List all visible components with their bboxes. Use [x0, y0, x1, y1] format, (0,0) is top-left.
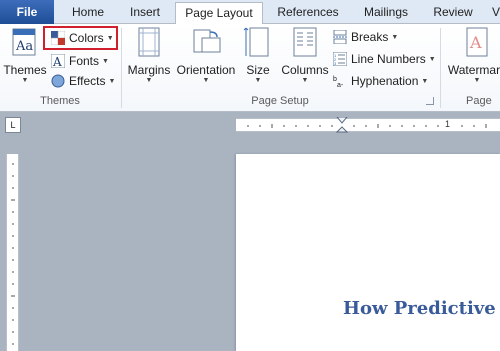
group-separator [440, 28, 441, 108]
vertical-ruler[interactable] [6, 154, 19, 351]
colors-label: Colors [69, 31, 104, 45]
document-heading[interactable]: How Predictive A [343, 298, 500, 319]
effects-icon [51, 74, 65, 88]
themes-button[interactable]: Aa Themes ▼ [3, 26, 47, 85]
tab-review[interactable]: Review [425, 2, 481, 24]
breaks-icon [333, 29, 347, 45]
size-button[interactable]: Size ▼ [242, 26, 274, 85]
columns-icon [289, 26, 321, 58]
svg-text:A: A [469, 33, 482, 52]
breaks-button[interactable]: Breaks ▼ [333, 27, 398, 47]
page-background-group-label: Page [466, 95, 492, 107]
margins-button[interactable]: Margins ▼ [126, 26, 172, 85]
hyphenation-icon: b a- [333, 74, 347, 89]
chevron-down-icon: ▼ [108, 77, 116, 85]
theme-colors-button[interactable]: Colors ▼ [43, 26, 118, 50]
chevron-down-icon: ▼ [473, 77, 481, 84]
chevron-down-icon: ▼ [145, 77, 153, 84]
chevron-down-icon: ▼ [391, 33, 399, 41]
chevron-down-icon: ▼ [421, 77, 429, 85]
chevron-down-icon: ▼ [102, 57, 109, 65]
margins-label: Margins [127, 63, 171, 77]
chevron-down-icon: ▼ [254, 77, 262, 84]
orientation-icon [190, 26, 222, 58]
page-setup-group-label: Page Setup [251, 95, 309, 107]
themes-label: Themes [3, 63, 47, 77]
tab-view-partial[interactable]: V [486, 2, 500, 24]
chevron-down-icon: ▼ [202, 77, 210, 84]
breaks-label: Breaks [351, 30, 389, 44]
tab-insert[interactable]: Insert [120, 2, 170, 24]
page-size-icon [242, 26, 274, 58]
tab-file[interactable]: File [0, 0, 54, 24]
line-numbers-icon: 1 2 3 [332, 51, 348, 67]
theme-effects-button[interactable]: Effects ▼ [51, 71, 115, 91]
line-numbers-label: Line Numbers [351, 52, 426, 66]
orientation-label: Orientation [176, 63, 236, 77]
chevron-down-icon: ▼ [21, 77, 29, 84]
horizontal-ruler[interactable]: 1 [236, 116, 500, 133]
chevron-down-icon: ▼ [301, 77, 309, 84]
dialog-launcher-icon[interactable] [426, 97, 434, 105]
ruler-mark: 1 [445, 119, 451, 129]
themes-icon: Aa [9, 26, 41, 58]
columns-button[interactable]: Columns ▼ [281, 26, 329, 85]
chevron-down-icon: ▼ [106, 34, 114, 42]
tab-selector-button[interactable]: L [5, 117, 21, 133]
indent-marker-icon[interactable] [335, 116, 349, 138]
tab-home[interactable]: Home [60, 2, 116, 24]
watermark-label: Watermark [447, 63, 500, 77]
tab-page-layout[interactable]: Page Layout [175, 2, 263, 25]
tab-references[interactable]: References [268, 2, 348, 24]
watermark-icon: A [461, 26, 493, 58]
line-numbers-button[interactable]: 1 2 3 Line Numbers ▼ [332, 49, 436, 69]
theme-fonts-button[interactable]: A Fonts ▼ [50, 51, 109, 71]
themes-group-label: Themes [40, 95, 80, 107]
hyphenation-label: Hyphenation [351, 74, 419, 88]
ribbon-panel: Aa Themes ▼ Colors ▼ A Fonts ▼ Effects ▼… [0, 24, 500, 112]
hyphenation-button[interactable]: b a- Hyphenation ▼ [333, 71, 428, 91]
svg-text:Aa: Aa [15, 39, 33, 54]
font-icon: A [50, 53, 66, 69]
watermark-button[interactable]: A Watermark ▼ [445, 26, 500, 85]
columns-label: Columns [281, 63, 329, 77]
chevron-down-icon: ▼ [428, 55, 436, 63]
ribbon-tab-bar: File Home Insert Page Layout References … [0, 0, 500, 25]
orientation-button[interactable]: Orientation ▼ [174, 26, 238, 85]
size-label: Size [246, 63, 270, 77]
svg-text:a-: a- [337, 82, 344, 88]
tab-mailings[interactable]: Mailings [352, 2, 420, 24]
color-palette-icon [50, 30, 66, 46]
document-page[interactable]: How Predictive A [236, 154, 500, 351]
svg-text:A: A [52, 55, 62, 68]
effects-label: Effects [69, 74, 106, 88]
fonts-label: Fonts [69, 54, 100, 68]
margins-icon [133, 26, 165, 58]
document-workspace: L 1 How Predictive A [0, 112, 500, 351]
